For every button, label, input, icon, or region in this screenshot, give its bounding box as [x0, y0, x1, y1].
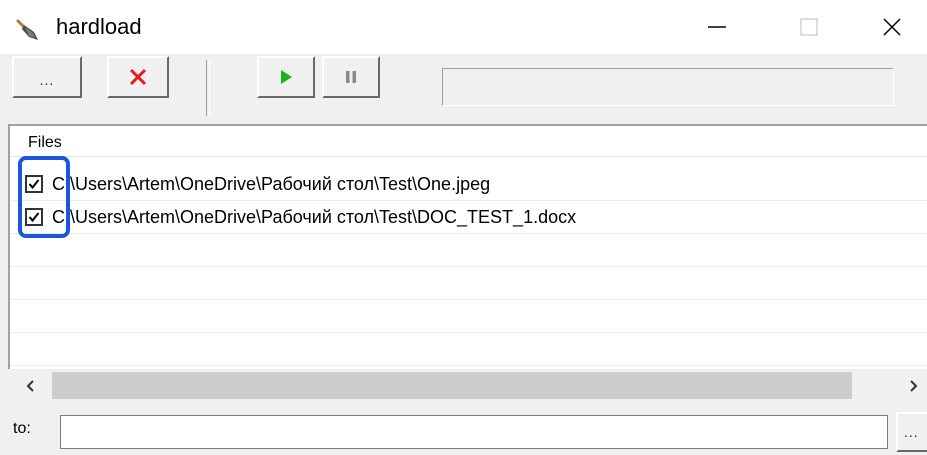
files-column-header[interactable]: Files: [10, 126, 927, 157]
chevron-left-icon: [26, 380, 34, 392]
browse-destination-label: ...: [904, 424, 919, 440]
window-title: hardload: [56, 14, 142, 39]
toolbar-separator: [206, 60, 210, 116]
progress-bar: [442, 68, 894, 106]
list-item[interactable]: C:\Users\Artem\OneDrive\Рабочий стол\Tes…: [10, 201, 927, 234]
pause-icon: [346, 71, 356, 83]
pause-button[interactable]: [322, 56, 380, 98]
scroll-left-button[interactable]: [18, 374, 44, 398]
file-path: C:\Users\Artem\OneDrive\Рабочий стол\Tes…: [52, 207, 577, 227]
empty-row: [10, 234, 927, 267]
checkbox-highlight-annotation: [18, 156, 70, 238]
files-list: Files C:\Users\Artem\OneDrive\Рабочий ст…: [8, 124, 927, 402]
chevron-right-icon: [910, 380, 918, 392]
browse-files-label: ...: [39, 72, 55, 88]
empty-row: [10, 300, 927, 333]
red-x-icon: [129, 68, 147, 86]
browse-files-button[interactable]: ...: [12, 56, 82, 98]
toolbar: ...: [0, 54, 927, 124]
start-button[interactable]: [257, 56, 315, 98]
title-bar: hardload: [0, 0, 927, 54]
files-column-label: Files: [28, 134, 62, 151]
maximize-icon: [800, 18, 818, 36]
close-icon: [883, 18, 901, 36]
horizontal-scrollbar[interactable]: [8, 369, 927, 402]
browse-destination-button[interactable]: ...: [896, 412, 927, 452]
close-button[interactable]: [857, 0, 927, 54]
shovel-icon: [16, 19, 38, 40]
scroll-thumb[interactable]: [52, 372, 852, 399]
minimize-icon: [708, 26, 726, 28]
list-item[interactable]: C:\Users\Artem\OneDrive\Рабочий стол\Tes…: [10, 168, 927, 201]
file-path: C:\Users\Artem\OneDrive\Рабочий стол\Tes…: [52, 174, 491, 194]
green-play-icon: [281, 70, 292, 84]
empty-row: [10, 267, 927, 300]
destination-label: to:: [13, 420, 31, 437]
maximize-button[interactable]: [774, 0, 844, 54]
scroll-right-button[interactable]: [900, 374, 926, 398]
empty-row: [10, 333, 927, 366]
destination-input[interactable]: [60, 415, 888, 449]
delete-button[interactable]: [107, 56, 169, 98]
minimize-button[interactable]: [682, 0, 752, 54]
